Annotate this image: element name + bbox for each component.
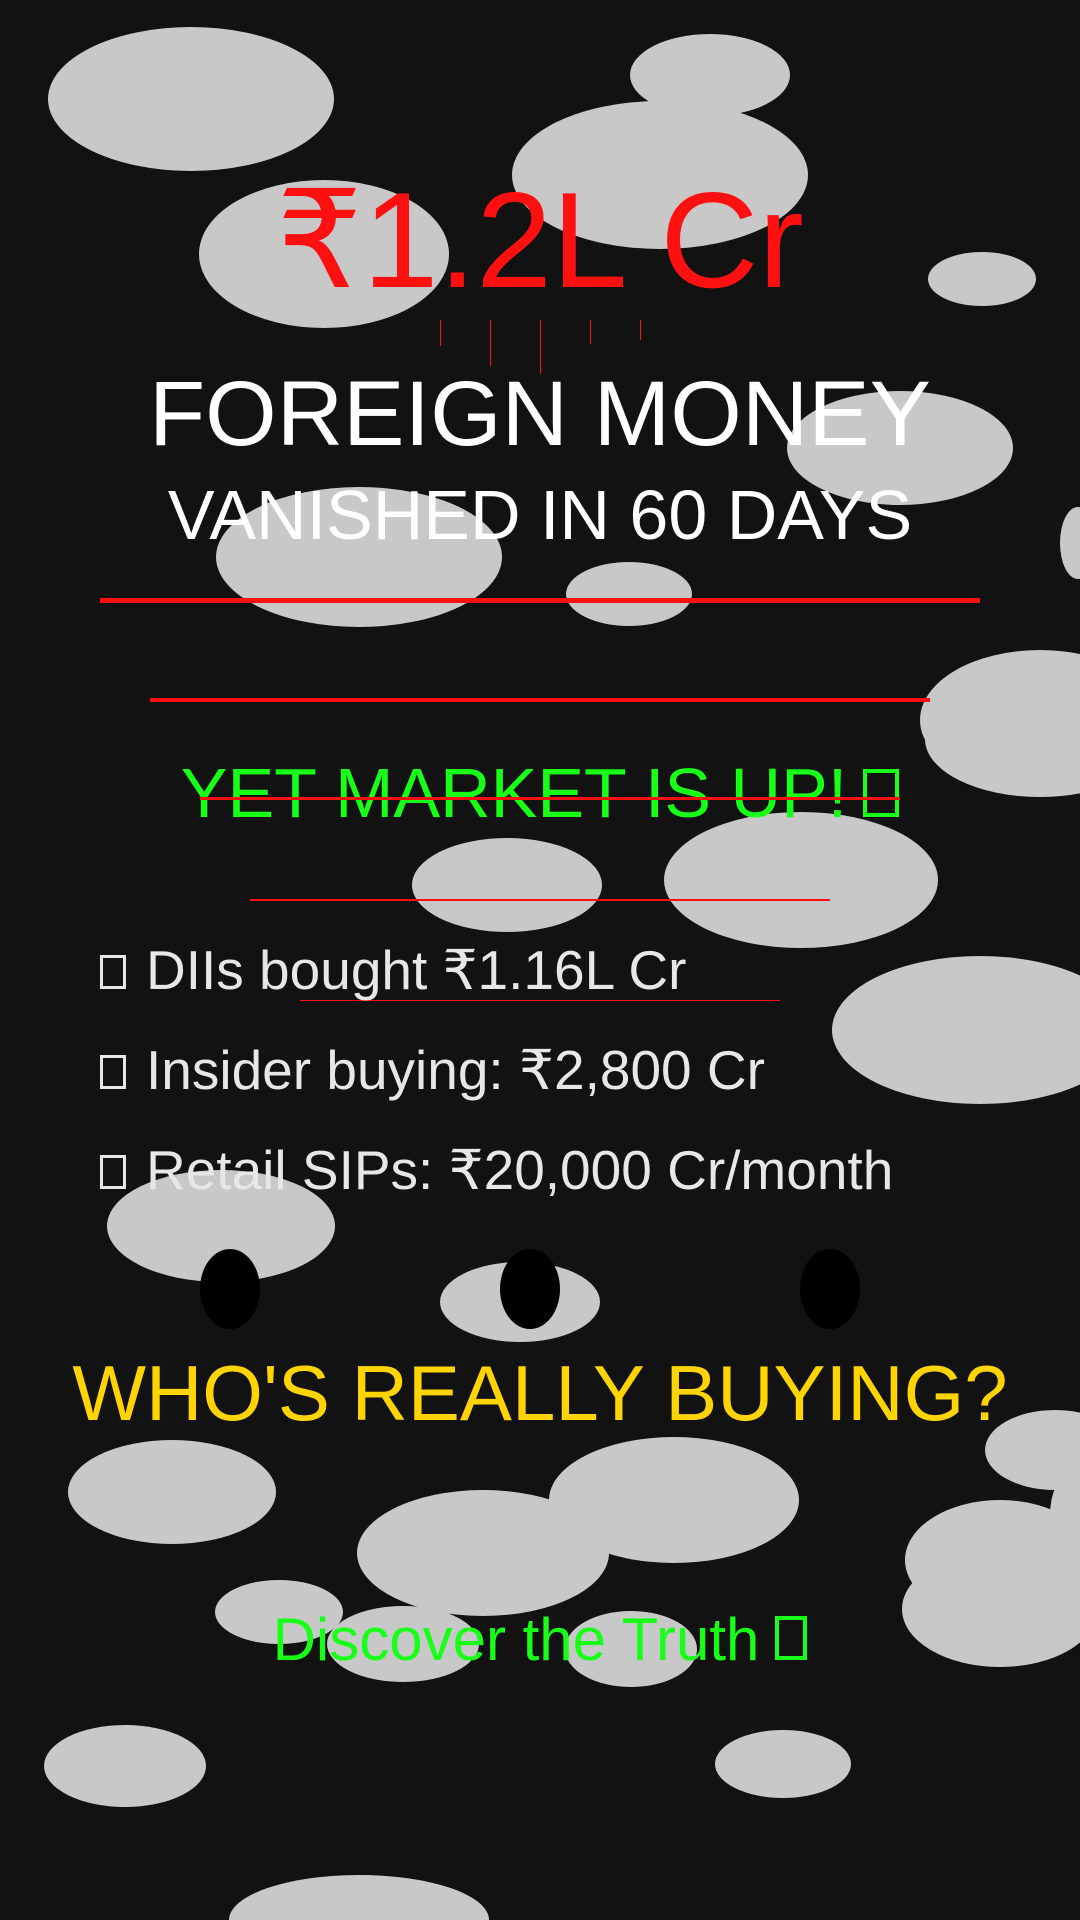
red-rule-4 bbox=[250, 899, 830, 901]
background-blob bbox=[357, 1490, 609, 1616]
red-tick-2 bbox=[490, 320, 491, 366]
red-tick-1 bbox=[440, 320, 441, 346]
box-icon bbox=[100, 955, 126, 989]
eye-shape-center bbox=[500, 1249, 560, 1329]
box-icon bbox=[863, 769, 900, 817]
red-rule-3 bbox=[200, 797, 900, 800]
background-blob bbox=[715, 1730, 851, 1798]
stat-item: Insider buying: ₹2,800 Cr bbox=[100, 1043, 893, 1143]
box-icon bbox=[100, 1155, 126, 1189]
box-icon bbox=[775, 1616, 808, 1660]
stat-text: DIIs bought ₹1.16L Cr bbox=[146, 939, 687, 1001]
headline-amount: ₹1.2L Cr bbox=[276, 164, 804, 316]
question-text: WHO'S REALLY BUYING? bbox=[72, 1349, 1008, 1437]
background-blob bbox=[412, 838, 602, 932]
red-tick-4 bbox=[590, 320, 591, 344]
stats-list: DIIs bought ₹1.16L Cr Insider buying: ₹2… bbox=[100, 943, 893, 1243]
eye-shape-right bbox=[800, 1249, 860, 1329]
stat-text: Insider buying: ₹2,800 Cr bbox=[146, 1039, 765, 1101]
cta-label: Discover the Truth bbox=[272, 1606, 760, 1673]
box-icon bbox=[100, 1055, 126, 1089]
red-tick-5 bbox=[640, 320, 641, 340]
stat-item: DIIs bought ₹1.16L Cr bbox=[100, 943, 893, 1043]
market-up-label: YET MARKET IS UP! bbox=[180, 754, 848, 832]
stat-text: Retail SIPs: ₹20,000 Cr/month bbox=[146, 1139, 894, 1201]
poster: ₹1.2L Cr FOREIGN MONEY VANISHED IN 60 DA… bbox=[0, 0, 1080, 1920]
market-up-text: YET MARKET IS UP! bbox=[0, 758, 1080, 828]
background-blob bbox=[44, 1725, 206, 1807]
background-blob bbox=[48, 27, 334, 171]
background-blob bbox=[664, 812, 938, 948]
background-blob bbox=[566, 562, 692, 626]
red-rule-1 bbox=[100, 598, 980, 603]
red-rule-2 bbox=[150, 698, 930, 702]
background-blob bbox=[68, 1440, 276, 1544]
headline-subtitle: VANISHED IN 60 DAYS bbox=[167, 476, 913, 554]
eye-shape-left bbox=[200, 1249, 260, 1329]
headline-title: FOREIGN MONEY bbox=[148, 363, 932, 465]
stat-item: Retail SIPs: ₹20,000 Cr/month bbox=[100, 1143, 893, 1243]
cta-text: Discover the Truth bbox=[0, 1610, 1080, 1670]
background-blob bbox=[229, 1875, 489, 1920]
